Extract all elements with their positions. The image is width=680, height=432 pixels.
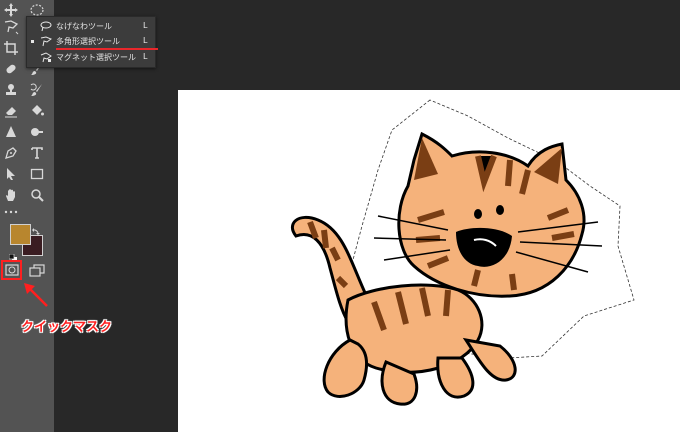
quick-mask-annotation: クイックマスク — [21, 320, 113, 335]
magnetic-lasso-icon — [40, 52, 52, 63]
swap-colors-icon[interactable] — [32, 221, 41, 235]
default-colors-icon[interactable] — [8, 247, 17, 262]
dodge-icon[interactable] — [27, 122, 47, 142]
pen-icon[interactable] — [1, 143, 21, 163]
type-icon[interactable] — [27, 143, 47, 163]
menu-item-polygonal-lasso[interactable]: 多角形選択ツール L — [27, 34, 158, 50]
foreground-color-swatch[interactable] — [10, 224, 31, 245]
paint-bucket-icon[interactable] — [27, 101, 47, 121]
blur-icon[interactable] — [1, 122, 21, 142]
healing-brush-icon[interactable] — [1, 59, 21, 79]
menu-item-shortcut: L — [143, 52, 148, 61]
menu-item-lasso[interactable]: なげなわツール L — [27, 19, 155, 34]
eraser-icon[interactable] — [1, 101, 21, 121]
quick-mask-highlight — [1, 260, 22, 280]
crop-icon[interactable] — [1, 38, 21, 58]
polygonal-lasso-icon — [40, 36, 53, 47]
history-brush-icon[interactable] — [27, 80, 47, 100]
callout-arrow — [24, 283, 48, 307]
rectangle-icon[interactable] — [27, 164, 47, 184]
zoom-icon[interactable] — [27, 185, 47, 205]
menu-item-label: マグネット選択ツール — [56, 53, 136, 62]
lasso-tools-flyout: なげなわツール L 多角形選択ツール L マグネット選択ツール L — [26, 16, 158, 68]
cat-illustration — [290, 99, 635, 406]
clone-stamp-icon[interactable] — [1, 80, 21, 100]
active-tool-indicator — [31, 40, 34, 43]
path-selection-icon[interactable] — [1, 164, 21, 184]
document-canvas[interactable] — [178, 90, 680, 432]
lasso-icon — [40, 21, 52, 32]
menu-item-magnetic-lasso[interactable]: マグネット選択ツール L — [27, 50, 155, 65]
menu-item-label: なげなわツール — [56, 22, 112, 31]
menu-item-shortcut: L — [143, 21, 148, 30]
more-icon[interactable] — [1, 202, 21, 222]
screen-mode-icon[interactable] — [27, 260, 47, 280]
lasso-icon[interactable] — [1, 17, 21, 37]
menu-item-shortcut: L — [143, 36, 148, 45]
menu-item-label: 多角形選択ツール — [56, 37, 120, 46]
